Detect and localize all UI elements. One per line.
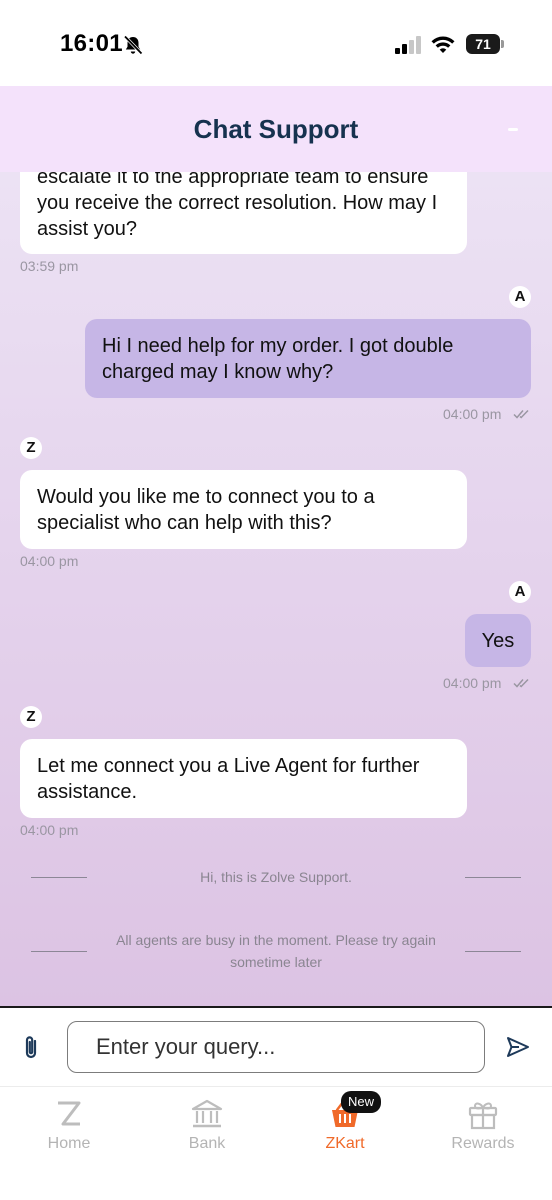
user-avatar: A [509,581,531,603]
message-time: 04:00 pm [443,406,502,422]
tab-label: Bank [188,1135,226,1152]
query-input[interactable] [67,1021,485,1073]
message-bubble-outgoing: Hi I need help for my order. I got doubl… [85,319,531,398]
user-avatar: A [509,286,531,308]
bottom-tab-bar: Home Bank ZKart Rewards [0,1086,552,1200]
support-avatar: Z [20,437,42,459]
double-check-icon [513,409,529,419]
message-time: 04:00 pm [443,675,502,691]
message-text: Hi I need help for my order. I got doubl… [102,335,454,383]
message-text: Yes [481,630,515,652]
page-title: Chat Support [193,114,359,144]
support-avatar: Z [20,706,42,728]
divider-line [31,877,87,878]
battery-indicator: 71 [466,34,504,54]
tab-label: Home [47,1135,91,1152]
gift-icon [468,1102,498,1130]
divider-line [465,877,521,878]
battery-level: 71 [466,34,500,54]
divider-line [465,951,521,952]
message-bubble-outgoing: Yes [465,614,531,667]
message-bubble-incoming: escalate it to the appropriate team to e… [20,172,467,254]
message-bubble-incoming: Would you like me to connect you to a sp… [20,470,467,549]
message-text: Would you like me to connect you to a sp… [37,486,375,534]
message-time: 03:59 pm [20,258,79,274]
new-badge: New [341,1091,381,1113]
chat-messages[interactable]: escalate it to the appropriate team to e… [0,172,552,1006]
chat-header: Chat Support [0,86,552,172]
message-time: 04:00 pm [20,553,79,569]
paperclip-icon[interactable] [20,1034,44,1062]
message-text: Let me connect you a Live Agent for furt… [37,755,420,803]
double-check-icon [513,678,529,688]
status-time: 16:01 [60,30,123,57]
battery-cap [501,40,504,48]
tab-rewards[interactable]: Rewards [414,1087,552,1200]
message-text: escalate it to the appropriate team to e… [37,172,438,240]
message-time: 04:00 pm [20,822,79,838]
wifi-icon [431,36,455,53]
tab-label: ZKart [325,1135,365,1152]
bell-muted-icon [123,35,143,55]
divider-line [31,951,87,952]
tab-home[interactable]: Home [0,1087,138,1200]
signal-icon [395,36,421,54]
minimize-icon[interactable] [508,128,518,131]
tab-label: Rewards [451,1135,515,1152]
bank-icon [191,1099,223,1128]
tab-bank[interactable]: Bank [138,1087,276,1200]
status-bar: 16:01 71 [0,0,552,86]
system-message: All agents are busy in the moment. Pleas… [116,932,436,970]
system-message: Hi, this is Zolve Support. [200,869,352,885]
message-composer [0,1008,552,1086]
send-icon[interactable] [506,1036,530,1058]
zolve-logo-icon [58,1101,81,1126]
message-bubble-incoming: Let me connect you a Live Agent for furt… [20,739,467,818]
